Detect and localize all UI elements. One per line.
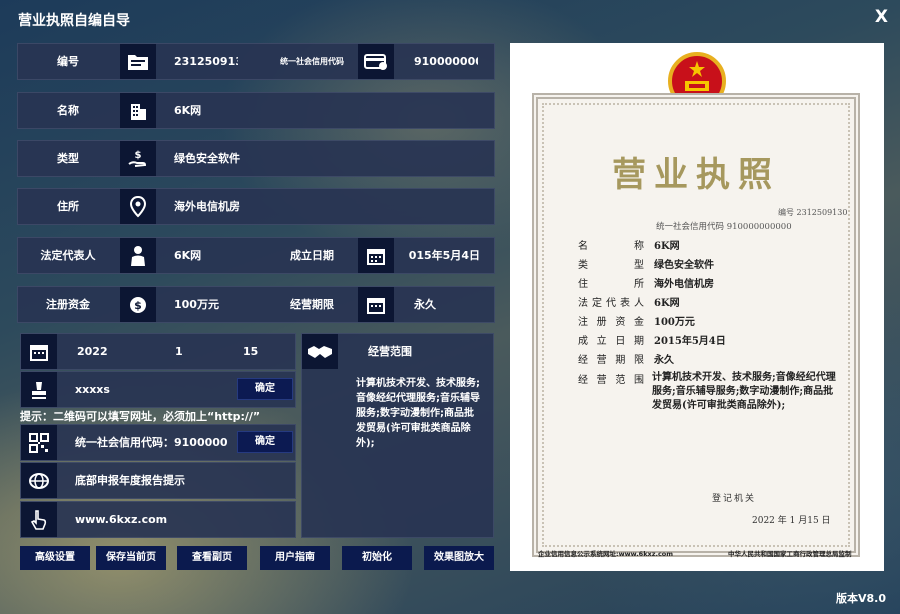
row-number-credit: 编号 2312509130 统一社会信用代码 910000000000 (17, 43, 495, 80)
svg-text:$: $ (134, 299, 142, 312)
dollar-coin-icon: $ (120, 287, 156, 322)
license-scope: 计算机技术开发、技术服务;音像经纪代理服务;音乐辅导服务;数字动漫制作;商品批发… (652, 372, 836, 411)
legal-label: 法定代表人 (40, 249, 96, 262)
calendar-icon (358, 238, 394, 273)
stamp-icon (21, 372, 57, 407)
legal-input[interactable]: 6K网 (174, 238, 254, 273)
license-footer-left: 企业信用信息公示系统网址:www.6kxz.com (538, 550, 674, 558)
license-title: 营业执照 (612, 155, 780, 195)
license-row: 经营范围 (578, 375, 644, 386)
building-icon (120, 93, 156, 128)
version-label: 版本V8.0 (836, 592, 886, 605)
period-input[interactable]: 永久 (414, 287, 478, 322)
calendar-icon (21, 334, 57, 369)
credit-input[interactable]: 910000000000 (414, 44, 478, 79)
qr-row: 统一社会信用代码：9100000 确定 (20, 424, 296, 461)
year-input[interactable]: 2022 (77, 334, 117, 369)
qr-code-icon (21, 425, 57, 460)
location-pin-icon (120, 189, 156, 224)
number-label: 编号 (57, 55, 79, 68)
date-input[interactable]: 2015年5月4日 (408, 238, 480, 273)
name-input[interactable]: 6K网 (174, 93, 474, 128)
type-label: 类型 (57, 152, 79, 165)
month-input[interactable]: 1 (175, 334, 195, 369)
license-row: 注册资金 100万元 (578, 317, 695, 328)
license-row: 名称 6K网 (578, 241, 680, 252)
calendar-icon (358, 287, 394, 322)
scope-label: 经营范围 (368, 345, 412, 358)
pointer-hand-icon (21, 502, 57, 537)
initialize-button[interactable]: 初始化 (342, 546, 412, 570)
scope-textarea[interactable]: 计算机技术开发、技术服务;音像经纪代理服务;音乐辅导服务;数字动漫制作;商品批发… (356, 376, 480, 451)
title-bar: 营业执照自编自导 X (0, 0, 900, 38)
person-icon (120, 238, 156, 273)
confirm-qr-button[interactable]: 确定 (237, 431, 293, 453)
license-date: 2022 年 1 月15 日 (752, 516, 831, 526)
license-authority: 登记机关 (712, 494, 757, 504)
money-hand-icon: $ (120, 141, 156, 176)
issue-date-row: 2022 1 15 (20, 333, 296, 370)
license-row: 类型 绿色安全软件 (578, 260, 714, 271)
license-row: 住所 海外电信机房 (578, 279, 714, 290)
confirm-seal-button[interactable]: 确定 (237, 378, 293, 400)
report-text-input[interactable]: 底部申报年度报告提示 (75, 463, 275, 498)
type-input[interactable]: 绿色安全软件 (174, 141, 474, 176)
row-type: 类型 $ 绿色安全软件 (17, 140, 495, 177)
seal-row: xxxxs 确定 (20, 371, 296, 408)
advanced-settings-button[interactable]: 高级设置 (20, 546, 90, 570)
row-legal-date: 法定代表人 6K网 成立日期 2015年5月4日 (17, 237, 495, 274)
license-preview: 营业执照 编号 2312509130 统一社会信用代码 910000000000… (510, 43, 884, 571)
handshake-icon (302, 334, 338, 369)
save-page-button[interactable]: 保存当前页 (96, 546, 166, 570)
enlarge-preview-button[interactable]: 效果图放大 (424, 546, 494, 570)
qr-content-input[interactable]: 统一社会信用代码：9100000 (75, 425, 235, 460)
url-input[interactable]: www.6kxz.com (75, 502, 275, 537)
day-input[interactable]: 15 (243, 334, 273, 369)
name-label: 名称 (57, 104, 79, 117)
number-input[interactable]: 2312509130 (174, 44, 238, 79)
license-number: 编号 2312509130 (778, 208, 848, 217)
card-icon (358, 44, 394, 79)
row-name: 名称 6K网 (17, 92, 495, 129)
license-row: 经营期限 永久 (578, 355, 674, 366)
svg-text:$: $ (135, 150, 142, 161)
capital-input[interactable]: 100万元 (174, 287, 254, 322)
seal-text-input[interactable]: xxxxs (75, 372, 195, 407)
user-guide-button[interactable]: 用户指南 (260, 546, 330, 570)
address-input[interactable]: 海外电信机房 (174, 189, 474, 224)
view-copy-button[interactable]: 查看副页 (177, 546, 247, 570)
license-footer-right: 中华人民共和国国家工商行政管理总局监制 (728, 550, 852, 558)
close-button[interactable]: X (875, 7, 888, 27)
report-row: 底部申报年度报告提示 (20, 462, 296, 499)
period-label: 经营期限 (290, 298, 334, 311)
window-title: 营业执照自编自导 (18, 13, 130, 29)
row-capital-period: 注册资金 $ 100万元 经营期限 永久 (17, 286, 495, 323)
license-row: 法定代表人 6K网 (578, 298, 680, 309)
license-frame: 营业执照 编号 2312509130 统一社会信用代码 910000000000… (532, 93, 860, 557)
address-label: 住所 (57, 200, 79, 213)
url-row: www.6kxz.com (20, 501, 296, 538)
globe-icon (21, 463, 57, 498)
row-address: 住所 海外电信机房 (17, 188, 495, 225)
credit-label: 统一社会信用代码 (280, 57, 344, 66)
folder-icon (120, 44, 156, 79)
license-row: 成立日期 2015年5月4日 (578, 336, 726, 347)
qr-hint: 提示：二维码可以填写网址，必须加上“http://” (20, 410, 261, 423)
date-label: 成立日期 (290, 249, 334, 262)
license-credit: 统一社会信用代码 910000000000 (656, 222, 792, 232)
capital-label: 注册资金 (46, 298, 90, 311)
